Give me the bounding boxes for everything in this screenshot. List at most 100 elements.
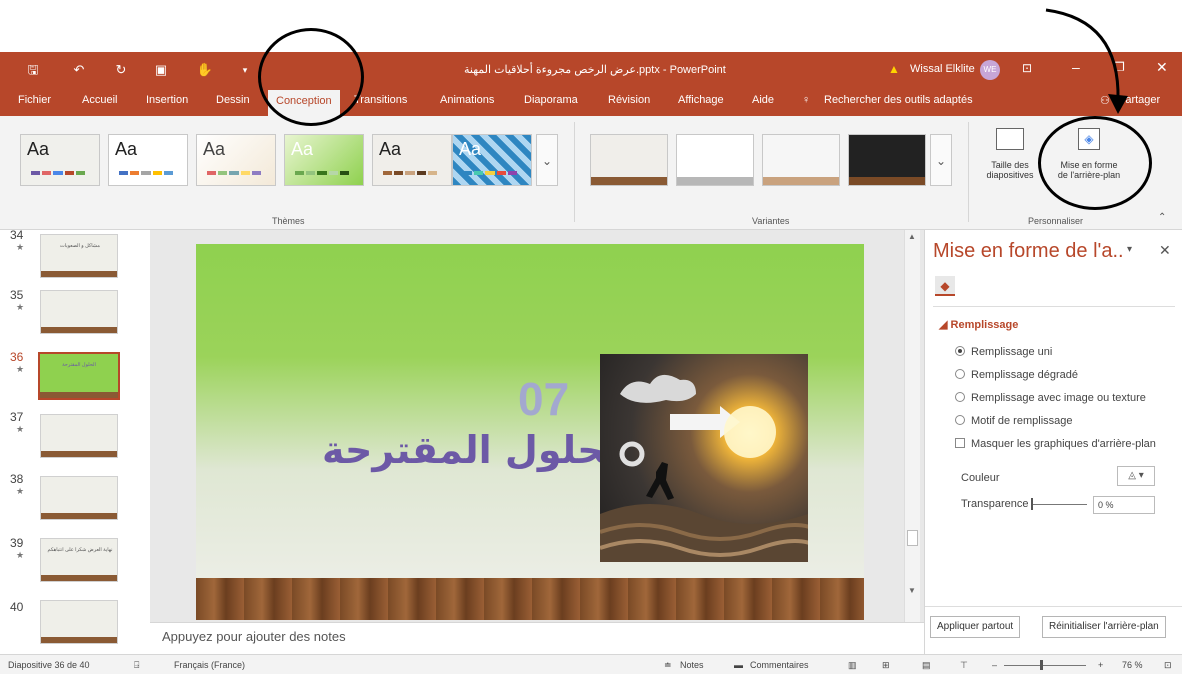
tab-insertion[interactable]: Insertion xyxy=(146,94,188,106)
variants-more-button[interactable]: ⌄ xyxy=(930,134,952,186)
slide-section-number[interactable]: 07 xyxy=(518,372,569,426)
zoom-slider-thumb[interactable] xyxy=(1040,660,1043,670)
transparency-slider[interactable] xyxy=(1031,504,1087,505)
save-icon[interactable]: 🖫 xyxy=(24,62,42,78)
close-icon[interactable]: ✕ xyxy=(1156,59,1168,76)
zoom-level[interactable]: 76 % xyxy=(1122,660,1143,670)
slide-thumbnail[interactable] xyxy=(40,600,118,644)
transparency-label: Transparence xyxy=(961,498,1029,510)
tab-accueil[interactable]: Accueil xyxy=(82,94,117,106)
color-picker-button[interactable]: ◬ ▾ xyxy=(1117,466,1155,486)
theme-green[interactable]: Aa xyxy=(284,134,364,186)
tab-dessin[interactable]: Dessin xyxy=(216,94,250,106)
tab-fichier[interactable]: Fichier xyxy=(18,94,51,106)
slide-size-button[interactable]: Taille des diapositives xyxy=(980,124,1040,204)
comments-button[interactable]: Commentaires xyxy=(750,660,809,670)
slide-number: 34 xyxy=(10,228,24,242)
slide-thumbnail[interactable] xyxy=(40,476,118,520)
slideshow-view-icon[interactable]: ⊤ xyxy=(960,660,968,671)
slide-thumbnail[interactable] xyxy=(40,290,118,334)
slide-thumbnail[interactable] xyxy=(40,414,118,458)
avatar[interactable]: WE xyxy=(980,60,1000,80)
scrollbar-thumb[interactable] xyxy=(907,530,918,546)
radio-solid-fill[interactable]: Remplissage uni xyxy=(955,346,1052,358)
tab-diaporama[interactable]: Diaporama xyxy=(524,94,578,106)
slide-size-icon xyxy=(996,128,1024,150)
normal-view-icon[interactable]: ▥ xyxy=(848,660,857,671)
window-title: عرض الرخص مجروءة أحلاقيات المهنة.pptx - … xyxy=(464,64,726,76)
touch-mode-icon[interactable]: ✋ xyxy=(196,62,214,78)
slide-thumbnail[interactable]: نهاية العرض شكرا على انتباهكم xyxy=(40,538,118,582)
pane-divider xyxy=(925,606,1182,607)
search-tools[interactable]: Rechercher des outils adaptés xyxy=(824,94,973,106)
notes-field[interactable]: Appuyez pour ajouter des notes xyxy=(150,622,924,654)
radio-picture-fill[interactable]: Remplissage avec image ou texture xyxy=(955,392,1146,404)
tab-transitions[interactable]: Transitions xyxy=(354,94,407,106)
notes-button[interactable]: Notes xyxy=(680,660,704,670)
animation-star-icon: ★ xyxy=(16,302,25,312)
variants-group-label: Variantes xyxy=(752,216,790,226)
zoom-in-icon[interactable]: + xyxy=(1098,660,1103,670)
collapse-ribbon-icon[interactable]: ⌃ xyxy=(1158,212,1166,223)
language-indicator[interactable]: Français (France) xyxy=(174,660,245,670)
annotation-circle-conception xyxy=(258,28,364,126)
slide-counter: Diapositive 36 de 40 xyxy=(8,660,90,670)
radio-gradient-fill[interactable]: Remplissage dégradé xyxy=(955,369,1078,381)
zoom-out-icon[interactable]: – xyxy=(992,660,997,670)
current-slide[interactable]: 07 الحلول المقترحة xyxy=(196,244,864,620)
warning-icon: ▲ xyxy=(888,62,900,76)
annotation-arrow xyxy=(1045,8,1128,114)
undo-icon[interactable]: ↶ xyxy=(70,62,88,78)
scroll-down-icon[interactable]: ▼ xyxy=(908,586,916,595)
pane-close-icon[interactable]: ✕ xyxy=(1159,242,1171,259)
format-background-pane: Mise en forme de l'a.. ▾ ✕ ◆ ◢ Remplissa… xyxy=(924,230,1182,654)
fill-category-icon[interactable]: ◆ xyxy=(935,276,955,296)
status-bar: Diapositive 36 de 40 ⍈ Français (France)… xyxy=(0,654,1182,674)
slide-sorter-icon[interactable]: ⊞ xyxy=(882,660,890,671)
variant-3[interactable] xyxy=(762,134,840,186)
slide-thumbnail-selected[interactable]: الحلول المقترحة xyxy=(38,352,120,400)
radio-pattern-fill[interactable]: Motif de remplissage xyxy=(955,415,1073,427)
present-icon[interactable]: ▣ xyxy=(152,62,170,78)
customize-toolbar-icon[interactable]: ▾ xyxy=(236,62,254,78)
animation-star-icon: ★ xyxy=(16,550,25,560)
comments-icon: ▬ xyxy=(734,660,743,670)
slide-thumbnail[interactable]: مشاكل و الصعوبات xyxy=(40,234,118,278)
pane-title: Mise en forme de l'a.. xyxy=(933,240,1124,262)
slide-number: 37 xyxy=(10,410,24,424)
variant-1[interactable] xyxy=(590,134,668,186)
variant-2[interactable] xyxy=(676,134,754,186)
ribbon-separator xyxy=(968,122,969,222)
user-name[interactable]: Wissal Elklite xyxy=(910,63,975,75)
pane-options-icon[interactable]: ▾ xyxy=(1127,244,1132,255)
accessibility-icon[interactable]: ⍈ xyxy=(134,660,139,671)
scroll-up-icon[interactable]: ▲ xyxy=(908,232,916,241)
lightbulb-icon: ♀ xyxy=(802,94,811,106)
animation-star-icon: ★ xyxy=(16,242,25,252)
vertical-scrollbar[interactable]: ▲ ▼ xyxy=(904,230,920,622)
theme-facet[interactable]: Aa xyxy=(196,134,276,186)
themes-more-button[interactable]: ⌄ xyxy=(536,134,558,186)
tab-revision[interactable]: Révision xyxy=(608,94,650,106)
tab-animations[interactable]: Animations xyxy=(440,94,494,106)
redo-icon[interactable]: ↻ xyxy=(112,62,130,78)
theme-office[interactable]: Aa xyxy=(108,134,188,186)
theme-wood[interactable]: Aa xyxy=(372,134,452,186)
variant-4[interactable] xyxy=(848,134,926,186)
tab-aide[interactable]: Aide xyxy=(752,94,774,106)
apply-all-button[interactable]: Appliquer partout xyxy=(930,616,1021,638)
fit-to-window-icon[interactable]: ⊡ xyxy=(1164,660,1172,671)
slide-illustration[interactable] xyxy=(599,354,822,562)
hide-background-graphics-checkbox[interactable]: Masquer les graphiques d'arrière-plan xyxy=(955,438,1156,450)
customize-group-label: Personnaliser xyxy=(1028,216,1084,226)
slide-title[interactable]: الحلول المقترحة xyxy=(322,428,632,472)
transparency-input[interactable]: 0 % xyxy=(1093,496,1155,514)
transparency-slider-thumb[interactable] xyxy=(1031,498,1033,510)
theme-pattern[interactable]: Aa xyxy=(452,134,532,186)
theme-office-gray[interactable]: Aa xyxy=(20,134,100,186)
section-remplissage[interactable]: ◢ Remplissage xyxy=(939,318,1018,331)
tab-affichage[interactable]: Affichage xyxy=(678,94,724,106)
reading-view-icon[interactable]: ▤ xyxy=(922,660,931,671)
reset-background-button[interactable]: Réinitialiser l'arrière-plan xyxy=(1042,616,1166,638)
zoom-slider[interactable] xyxy=(1004,665,1086,666)
